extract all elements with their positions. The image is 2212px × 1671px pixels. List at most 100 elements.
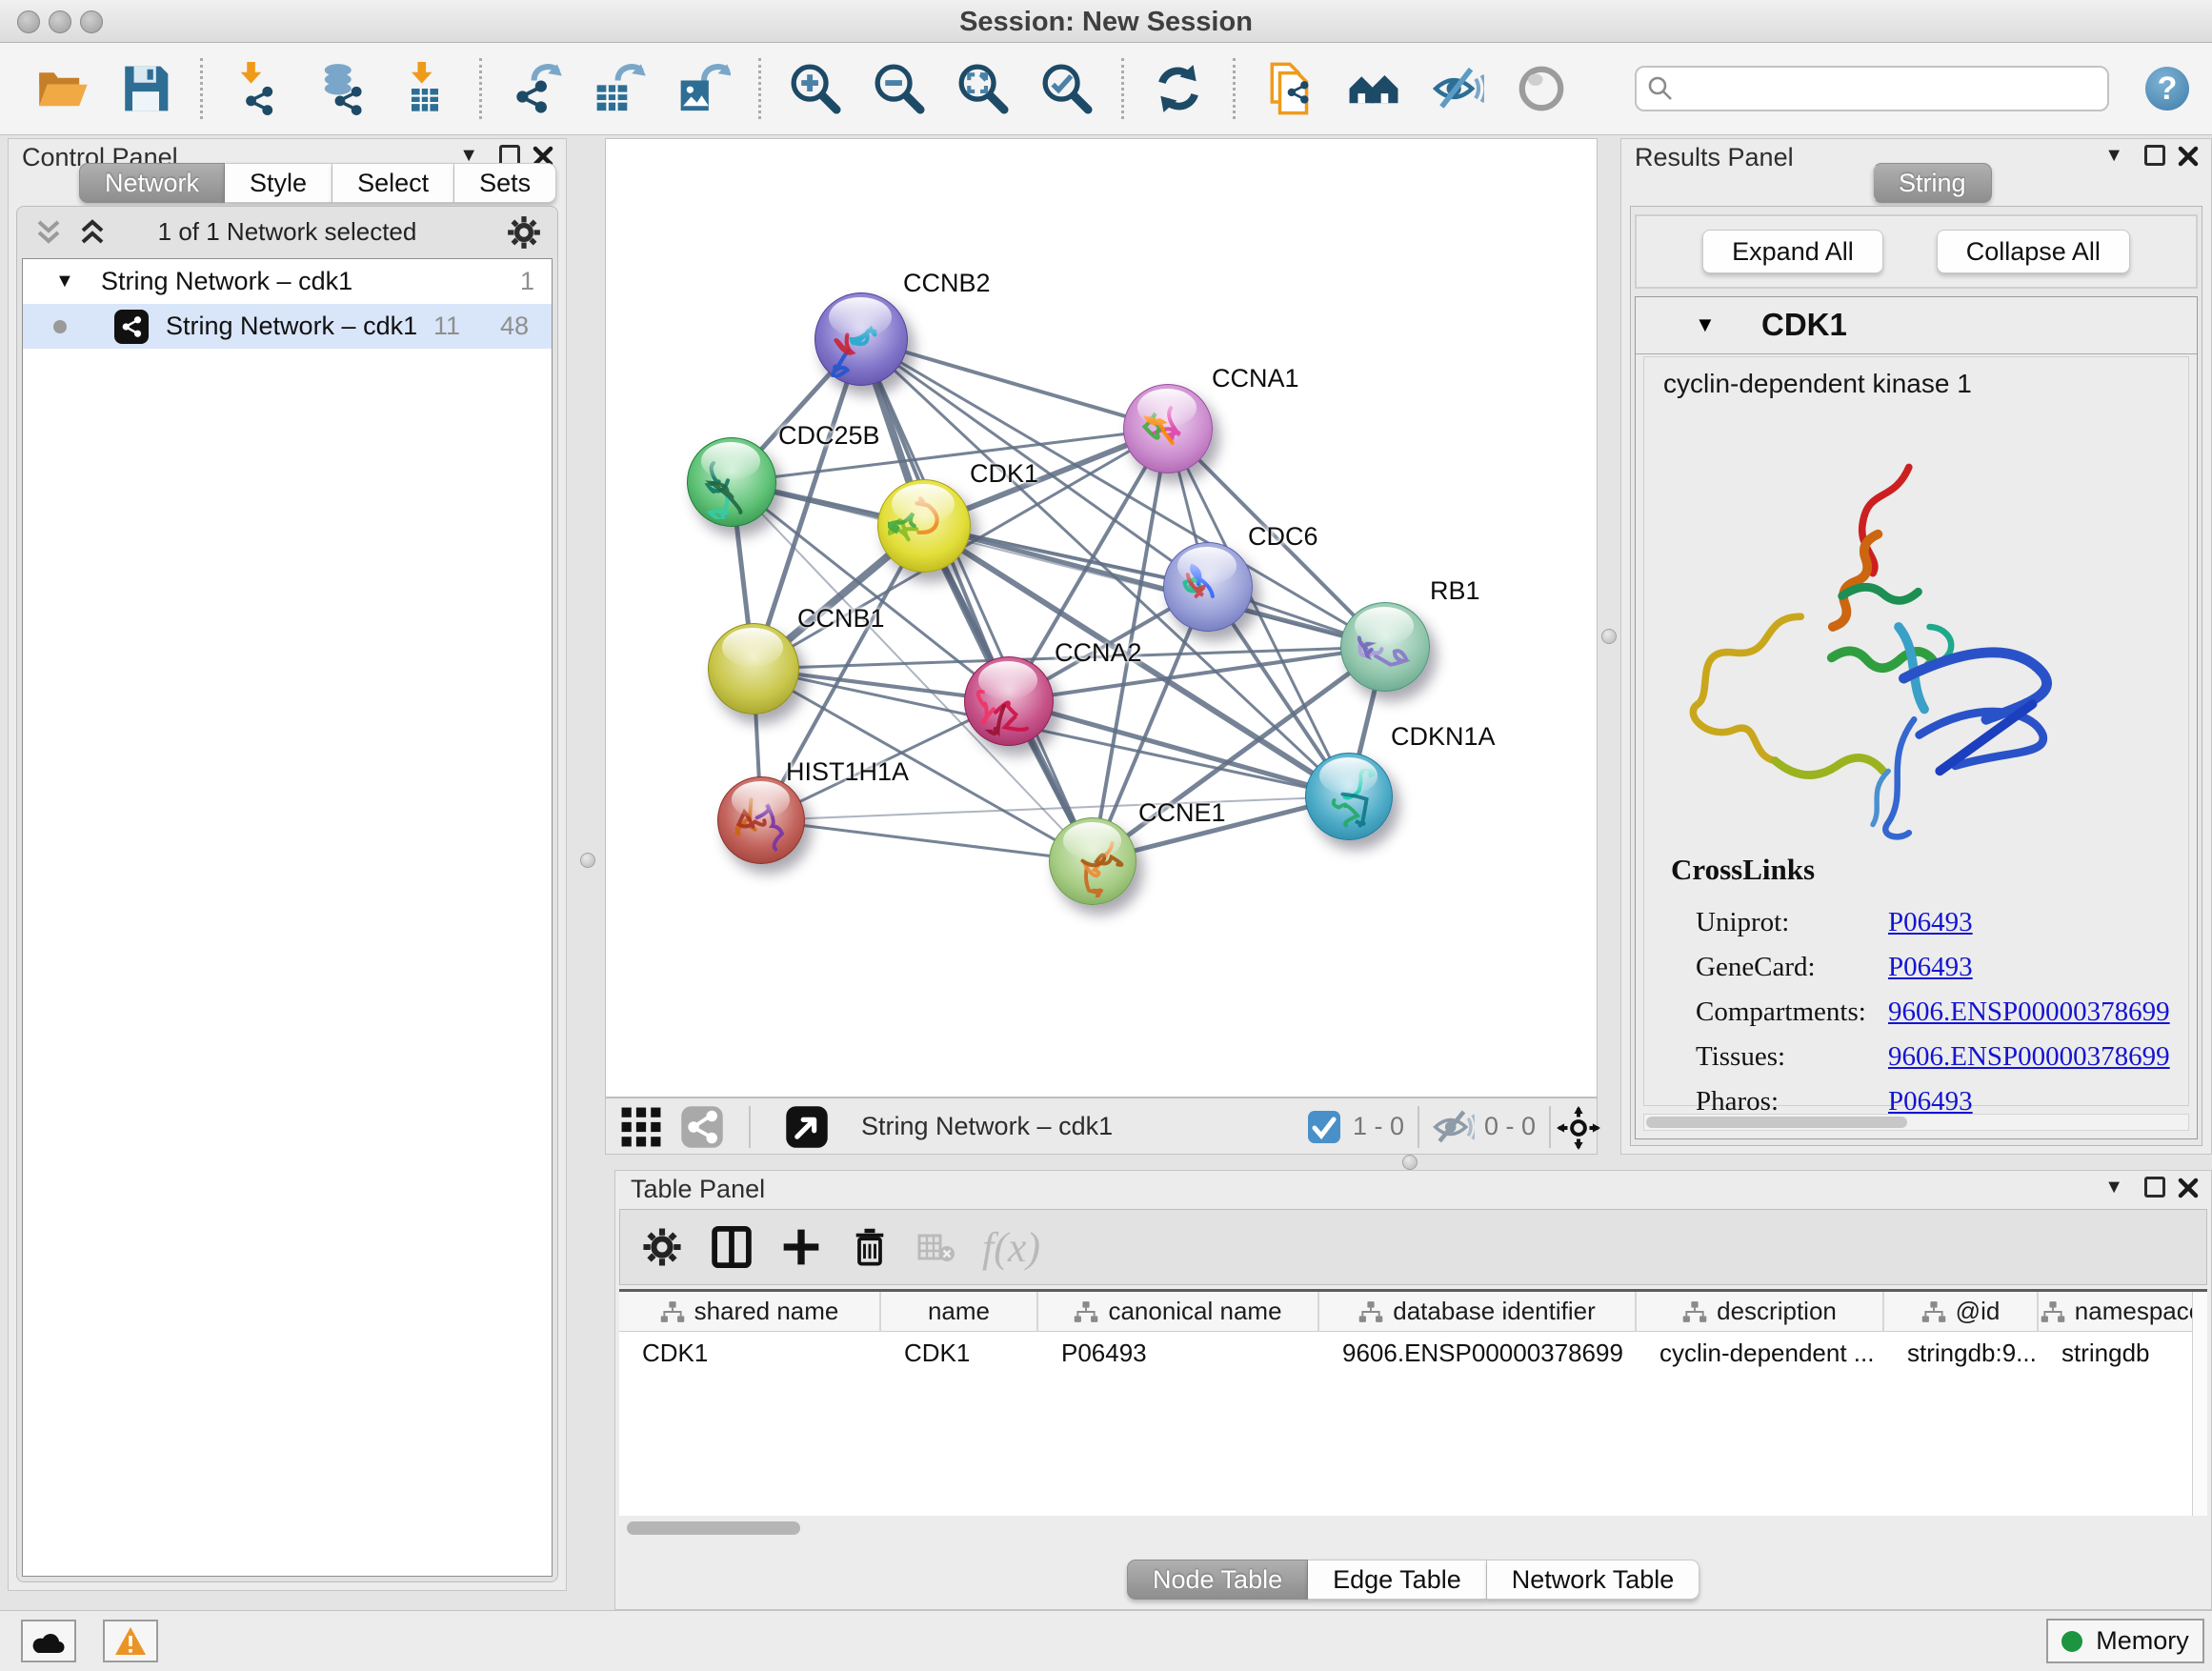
- gene-header[interactable]: ▼ CDK1: [1636, 297, 2197, 354]
- zoom-selected-button[interactable]: [1037, 59, 1096, 118]
- table-cell[interactable]: cyclin-dependent ...: [1637, 1332, 1884, 1374]
- collapse-all-icon[interactable]: [32, 218, 65, 247]
- network-node-ccna2[interactable]: [964, 656, 1054, 746]
- panel-menu-caret-icon[interactable]: ▼: [2104, 145, 2123, 167]
- expand-all-icon[interactable]: [76, 218, 109, 247]
- column-header--id[interactable]: @id: [1884, 1292, 2039, 1331]
- table-cell[interactable]: CDK1: [881, 1332, 1038, 1374]
- save-session-button[interactable]: [116, 59, 175, 118]
- cloud-button[interactable]: [21, 1620, 76, 1662]
- import-network-button[interactable]: [228, 59, 287, 118]
- selected-checkbox-icon[interactable]: [1307, 1110, 1341, 1144]
- tab-network-table[interactable]: Network Table: [1487, 1560, 1700, 1600]
- import-table-button[interactable]: [395, 59, 454, 118]
- table-cell[interactable]: CDK1: [619, 1332, 881, 1374]
- panel-menu-caret-icon[interactable]: ▼: [2104, 1177, 2123, 1198]
- table-cell[interactable]: stringdb:9...: [1884, 1332, 2039, 1374]
- memory-button[interactable]: Memory: [2046, 1619, 2204, 1663]
- search-input[interactable]: [1675, 70, 2107, 108]
- tab-sets[interactable]: Sets: [454, 163, 556, 203]
- column-header-description[interactable]: description: [1637, 1292, 1884, 1331]
- network-view-canvas[interactable]: CCNB2CCNA1CDC25BCDK1CDC6RB1CCNB1CCNA2CDK…: [605, 138, 1598, 1097]
- left-splitter-handle[interactable]: [580, 853, 595, 868]
- collection-caret-icon[interactable]: ▼: [55, 271, 74, 292]
- column-header-canonical-name[interactable]: canonical name: [1038, 1292, 1319, 1331]
- tab-network[interactable]: Network: [79, 163, 225, 203]
- string-home-button[interactable]: [1344, 59, 1403, 118]
- table-row[interactable]: CDK1CDK1P064939606.ENSP00000378699cyclin…: [619, 1332, 2207, 1374]
- create-column-plus-icon[interactable]: [780, 1226, 822, 1268]
- table-options-gear-icon[interactable]: [641, 1226, 683, 1268]
- network-edge[interactable]: [761, 820, 1093, 861]
- table-scrollbar-thumb[interactable]: [627, 1521, 800, 1535]
- hide-unselected-button[interactable]: [1428, 59, 1487, 118]
- table-horizontal-scrollbar[interactable]: [619, 1520, 2207, 1537]
- column-header-database-identifier[interactable]: database identifier: [1319, 1292, 1637, 1331]
- network-node-cdkn1a[interactable]: [1305, 753, 1393, 840]
- zoom-out-button[interactable]: [870, 59, 929, 118]
- float-panel-icon[interactable]: [2144, 145, 2165, 166]
- expand-all-button[interactable]: Expand All: [1702, 230, 1883, 273]
- results-scrollbar-thumb[interactable]: [1646, 1117, 1907, 1128]
- right-splitter-handle[interactable]: [1601, 629, 1617, 644]
- grid-view-icon[interactable]: [619, 1105, 663, 1149]
- network-node-hist1h1a[interactable]: [717, 776, 805, 864]
- crosslink-link[interactable]: P06493: [1888, 952, 1973, 983]
- tab-style[interactable]: Style: [225, 163, 332, 203]
- show-columns-icon[interactable]: [710, 1225, 754, 1269]
- network-node-cdc6[interactable]: [1163, 542, 1253, 632]
- gene-caret-icon[interactable]: ▼: [1695, 312, 1716, 337]
- table-cell[interactable]: stringdb: [2039, 1332, 2206, 1374]
- table-cell[interactable]: P06493: [1038, 1332, 1319, 1374]
- tab-string[interactable]: String: [1873, 163, 1992, 203]
- export-network-button[interactable]: [507, 59, 566, 118]
- table-vertical-scrollbar[interactable]: [2192, 1292, 2207, 1516]
- network-node-cdk1[interactable]: [877, 479, 971, 573]
- network-node-ccne1[interactable]: [1049, 817, 1136, 905]
- results-scrollbar[interactable]: [1643, 1114, 2189, 1131]
- network-node-rb1[interactable]: [1340, 602, 1430, 692]
- hidden-eye-slash-icon[interactable]: [1431, 1105, 1475, 1149]
- column-header-shared-name[interactable]: shared name: [619, 1292, 881, 1331]
- network-node-cdc25b[interactable]: [687, 437, 776, 527]
- column-header-name[interactable]: name: [881, 1292, 1038, 1331]
- function-builder-icon[interactable]: f(x): [982, 1223, 1040, 1272]
- import-database-button[interactable]: [312, 59, 371, 118]
- tab-edge-table[interactable]: Edge Table: [1308, 1560, 1487, 1600]
- table-cell[interactable]: 9606.ENSP00000378699: [1319, 1332, 1637, 1374]
- delete-column-trash-icon[interactable]: [849, 1226, 891, 1268]
- crosslink-link[interactable]: P06493: [1888, 907, 1973, 938]
- collapse-all-button[interactable]: Collapse All: [1937, 230, 2130, 273]
- birdseye-crosshair-icon[interactable]: [1557, 1106, 1600, 1150]
- network-collection-row[interactable]: ▼ String Network – cdk1 1: [23, 259, 552, 304]
- refresh-button[interactable]: [1149, 59, 1208, 118]
- network-node-ccnb1[interactable]: [708, 623, 799, 715]
- crosslink-link[interactable]: 9606.ENSP00000378699: [1888, 997, 2170, 1028]
- delete-table-icon[interactable]: [917, 1228, 955, 1266]
- tab-select[interactable]: Select: [332, 163, 454, 203]
- bottom-splitter-handle[interactable]: [1402, 1155, 1418, 1170]
- column-label: name: [928, 1297, 990, 1326]
- show-node-button[interactable]: [1512, 59, 1571, 118]
- export-network-icon: [510, 62, 563, 115]
- detach-view-icon[interactable]: [785, 1105, 829, 1149]
- close-panel-icon[interactable]: [2177, 145, 2200, 172]
- warnings-button[interactable]: [103, 1620, 158, 1662]
- network-node-ccna1[interactable]: [1123, 384, 1213, 473]
- crosslink-link[interactable]: 9606.ENSP00000378699: [1888, 1041, 2170, 1073]
- close-panel-icon[interactable]: [2177, 1177, 2200, 1204]
- open-session-button[interactable]: [32, 59, 91, 118]
- network-row[interactable]: String Network – cdk1 11 48: [23, 304, 552, 349]
- network-view-icon[interactable]: [680, 1105, 724, 1149]
- tab-node-table[interactable]: Node Table: [1127, 1560, 1308, 1600]
- export-table-button[interactable]: [591, 59, 650, 118]
- column-header-namespace[interactable]: namespace: [2039, 1292, 2206, 1331]
- zoom-in-button[interactable]: [786, 59, 845, 118]
- zoom-fit-button[interactable]: [954, 59, 1013, 118]
- network-node-ccnb2[interactable]: [814, 292, 908, 386]
- export-image-button[interactable]: [674, 59, 734, 118]
- network-options-gear-icon[interactable]: [506, 214, 542, 251]
- share-document-button[interactable]: [1260, 59, 1319, 118]
- float-panel-icon[interactable]: [2144, 1177, 2165, 1198]
- help-button[interactable]: ?: [2145, 67, 2189, 111]
